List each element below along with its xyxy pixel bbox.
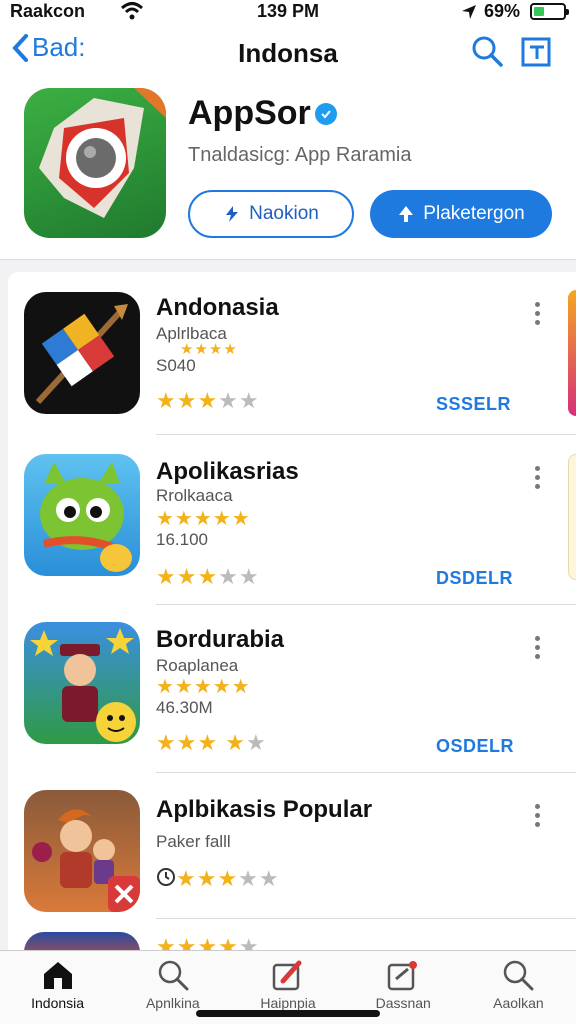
next-card-peek <box>568 290 576 416</box>
bolt-icon <box>226 206 239 222</box>
star-rating: ★★★★★ <box>156 866 280 893</box>
star-rating: ★★★ ★★ <box>156 730 267 755</box>
app-size: 46.30M <box>156 698 213 717</box>
more-options-icon[interactable] <box>530 466 544 493</box>
list-item[interactable]: Bordurabia Roaplanea ★★★★★ 46.30M ★★★ ★★… <box>8 606 576 772</box>
app-size: 16.100 <box>156 530 208 549</box>
app-name: Bordurabia <box>156 626 285 653</box>
featured-app-subtitle: Tnaldasicg: App Raramia <box>188 144 412 166</box>
status-bar: Raakcon 139 PM 69% <box>0 0 576 26</box>
tab-indonsia[interactable]: Indonsia <box>0 951 115 1024</box>
app-icon-andonasia <box>24 292 140 414</box>
app-icon-bordurabia <box>24 622 140 744</box>
app-name: Aplbikasis Popular <box>156 796 373 823</box>
list-item[interactable]: Apolikasrias Rrolkaaca ★★★★★ 16.100 ★★★★… <box>8 436 576 604</box>
list-item[interactable]: Aplbikasis Popular Paker falll ★★★★★ <box>8 774 576 924</box>
tab-aaolkan[interactable]: Aaolkan <box>461 951 576 1024</box>
location-icon <box>460 3 478 26</box>
nav-bar: Bad: Indonsa <box>0 26 576 80</box>
get-button[interactable]: SSSELR <box>436 394 511 415</box>
app-list: Andonasia Aplrlbaca ★★★★ S040 ★★★★★ SSSE… <box>8 272 576 962</box>
verified-badge-icon <box>314 102 337 125</box>
more-options-icon[interactable] <box>530 804 544 831</box>
search-icon <box>504 960 534 991</box>
app-name: Apolikasrias <box>156 458 299 485</box>
home-indicator <box>196 1010 380 1017</box>
row-divider <box>156 434 576 435</box>
star-rating: ★★★★★ <box>156 564 260 589</box>
battery-icon <box>530 3 569 20</box>
home-icon <box>43 962 72 989</box>
app-icon-apolikasrias <box>24 454 140 576</box>
arrow-up-icon <box>399 206 414 222</box>
app-category: Paker falll <box>156 832 231 851</box>
row-divider <box>156 918 576 919</box>
more-options-icon[interactable] <box>530 636 544 663</box>
mini-rating: ★★★★★ <box>156 676 251 698</box>
clock-icon <box>156 867 176 893</box>
more-options-icon[interactable] <box>530 302 544 329</box>
search-icon[interactable] <box>470 34 504 73</box>
featured-app-icon[interactable] <box>24 88 166 238</box>
row-divider <box>156 604 576 605</box>
search-icon <box>158 960 189 991</box>
get-button[interactable]: DSDELR <box>436 568 513 589</box>
compose-icon[interactable] <box>520 34 552 73</box>
notes-icon <box>387 961 418 991</box>
star-rating: ★★★★★ <box>156 388 260 413</box>
battery-percent: 69% <box>484 1 521 21</box>
app-category: Rrolkaaca <box>156 486 233 505</box>
get-button[interactable]: OSDELR <box>436 736 514 757</box>
app-name: Andonasia <box>156 294 279 321</box>
app-icon-aplbikasis <box>24 790 140 912</box>
mini-rating: ★★★★★ <box>156 508 251 530</box>
primary-action-button[interactable]: Plaketergon <box>370 190 552 238</box>
list-item[interactable]: Andonasia Aplrlbaca ★★★★ S040 ★★★★★ SSSE… <box>8 272 576 432</box>
app-category: Roaplanea <box>156 656 239 675</box>
app-size: S040 <box>156 356 196 375</box>
featured-app-header: AppSor Tnaldasicg: App Raramia Naokion P… <box>0 80 576 260</box>
pencil-icon <box>272 960 302 991</box>
next-card-peek <box>568 454 576 580</box>
featured-app-name: AppSor <box>188 94 337 133</box>
outline-action-button[interactable]: Naokion <box>188 190 354 238</box>
row-divider <box>156 772 576 773</box>
